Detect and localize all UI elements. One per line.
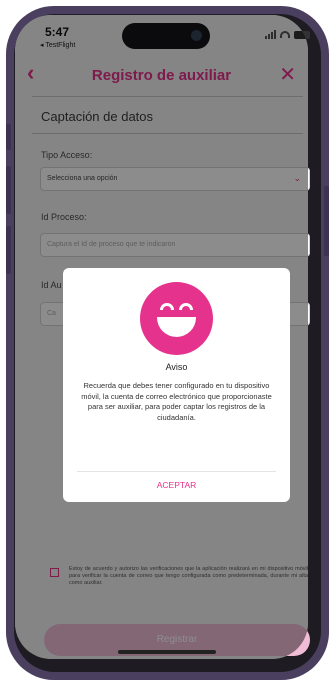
right-eye bbox=[179, 303, 193, 310]
notice-dialog: Aviso Recuerda que debes tener configura… bbox=[63, 268, 290, 502]
smile-mouth bbox=[157, 317, 196, 337]
dynamic-island bbox=[122, 23, 210, 49]
accept-button[interactable]: ACEPTAR bbox=[63, 480, 290, 490]
dialog-divider bbox=[77, 471, 276, 472]
camera-icon bbox=[191, 30, 202, 41]
power-button bbox=[324, 186, 329, 256]
volume-up-button bbox=[6, 166, 11, 214]
left-eye bbox=[160, 303, 174, 310]
dialog-message: Recuerda que debes tener configurado en … bbox=[81, 381, 272, 422]
mute-switch bbox=[6, 124, 11, 150]
home-indicator bbox=[118, 650, 216, 654]
dialog-title: Aviso bbox=[165, 362, 188, 372]
smiley-icon bbox=[140, 282, 213, 355]
volume-down-button bbox=[6, 226, 11, 274]
